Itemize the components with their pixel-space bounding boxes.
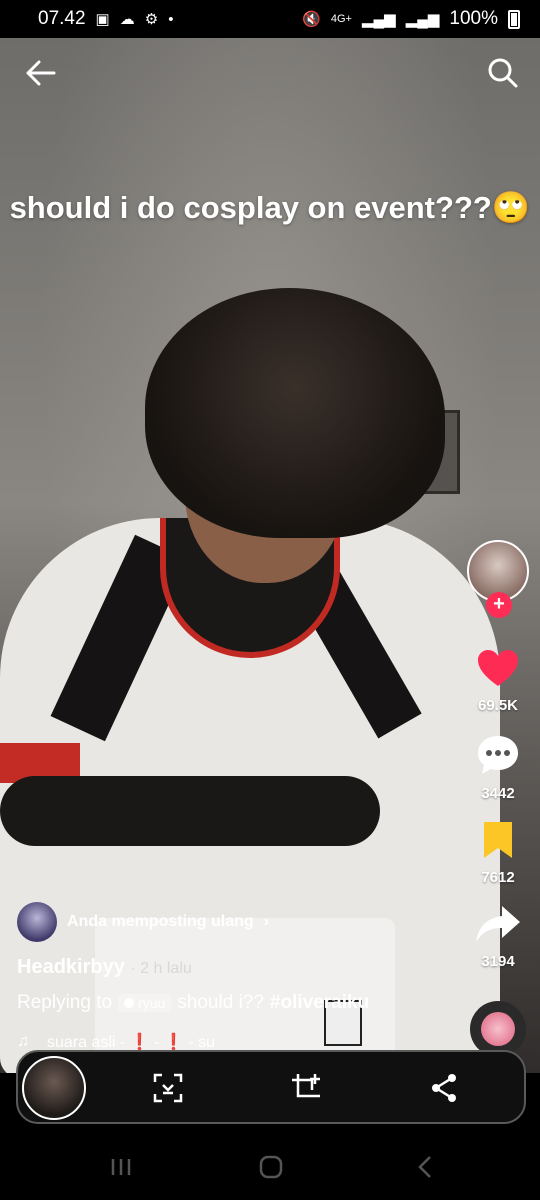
- music-disc[interactable]: [470, 1001, 526, 1057]
- signal-icon: ▂▄▆: [361, 11, 396, 28]
- recent-apps-icon: [111, 1159, 131, 1175]
- like-count: 69.5K: [477, 697, 519, 714]
- search-button[interactable]: [486, 56, 520, 90]
- back-chevron-icon: [418, 1156, 431, 1178]
- settings-icon: ⚙: [144, 11, 159, 28]
- network-type: 4G+: [330, 13, 352, 25]
- search-icon: [488, 58, 518, 88]
- music-disc-icon: [481, 1012, 515, 1046]
- battery-percentage: 100%: [449, 8, 498, 29]
- description-text: should i??: [177, 992, 264, 1013]
- comment-icon: [478, 736, 518, 774]
- scan-button[interactable]: [150, 1070, 186, 1106]
- crop-add-icon: [292, 1074, 320, 1098]
- video-caption-overlay: should i do cosplay on event???🙄: [9, 190, 531, 225]
- follow-button[interactable]: +: [486, 592, 512, 618]
- battery-icon: [508, 9, 520, 29]
- back-arrow-icon: [26, 60, 56, 86]
- heart-icon: [478, 650, 518, 686]
- home-button[interactable]: [256, 1152, 286, 1182]
- comment-count: 3442: [481, 785, 515, 802]
- repost-avatar: [17, 902, 57, 942]
- mention-avatar-icon: [124, 998, 135, 1008]
- cloud-icon: ☁: [119, 11, 135, 28]
- dot-icon: •: [168, 10, 174, 28]
- replying-to-label: Replying to: [17, 992, 113, 1013]
- bookmark-icon: [484, 822, 512, 858]
- hashtag-link[interactable]: #oliveraiku: [270, 992, 369, 1014]
- music-note-icon: ♫: [17, 1033, 29, 1050]
- chevron-right-icon: ›: [263, 913, 269, 930]
- repost-text: Anda memposting ulang: [67, 913, 254, 930]
- mention-chip[interactable]: ryuu: [118, 994, 172, 1012]
- status-bar: 07.42 ▣ ☁ ⚙ • 🔇 4G+ ▂▄▆ ▂▄▆ 100%: [0, 0, 540, 38]
- back-button[interactable]: [24, 56, 58, 90]
- status-left: 07.42 ▣ ☁ ⚙ •: [38, 8, 173, 30]
- comment-button[interactable]: 3442: [464, 734, 532, 802]
- system-nav-bar: [0, 1130, 540, 1200]
- scan-icon: [153, 1073, 183, 1103]
- post-time: · 2 h lalu: [130, 960, 192, 977]
- username-row: Headkirbyy · 2 h lalu: [17, 956, 192, 979]
- recent-apps-button[interactable]: [106, 1152, 136, 1182]
- bottom-toolbar: [16, 1050, 526, 1124]
- home-icon: [259, 1155, 283, 1179]
- mention-name: ryuu: [138, 995, 166, 1011]
- back-nav-button[interactable]: [410, 1152, 440, 1182]
- music-row[interactable]: ♫ suara asli - ❗ - ❗ - su: [17, 1032, 215, 1052]
- crop-add-button[interactable]: [288, 1070, 324, 1106]
- status-time: 07.42: [38, 8, 86, 29]
- arm-sleeve: [0, 776, 380, 846]
- music-title: suara asli - ❗ - ❗ - su: [47, 1034, 215, 1051]
- post-description: Replying to ryuu should i?? #oliveraiku: [17, 992, 369, 1014]
- signal-icon-2: ▂▄▆: [405, 11, 440, 28]
- save-button[interactable]: 7612: [464, 820, 532, 886]
- share-arrow-icon: [476, 906, 520, 942]
- status-right: 🔇 4G+ ▂▄▆ ▂▄▆ 100%: [302, 8, 520, 30]
- share-toolbar-button[interactable]: [426, 1070, 462, 1106]
- save-count: 7612: [481, 869, 515, 886]
- mute-icon: 🔇: [302, 11, 321, 28]
- like-button[interactable]: 69.5K: [464, 648, 532, 714]
- username[interactable]: Headkirbyy: [17, 956, 125, 978]
- share-button[interactable]: 3194: [464, 904, 532, 970]
- repost-indicator[interactable]: Anda memposting ulang ›: [17, 902, 269, 942]
- profile-avatar[interactable]: [22, 1056, 86, 1120]
- share-icon: [432, 1074, 456, 1102]
- gallery-icon: ▣: [95, 11, 110, 28]
- share-count: 3194: [481, 953, 515, 970]
